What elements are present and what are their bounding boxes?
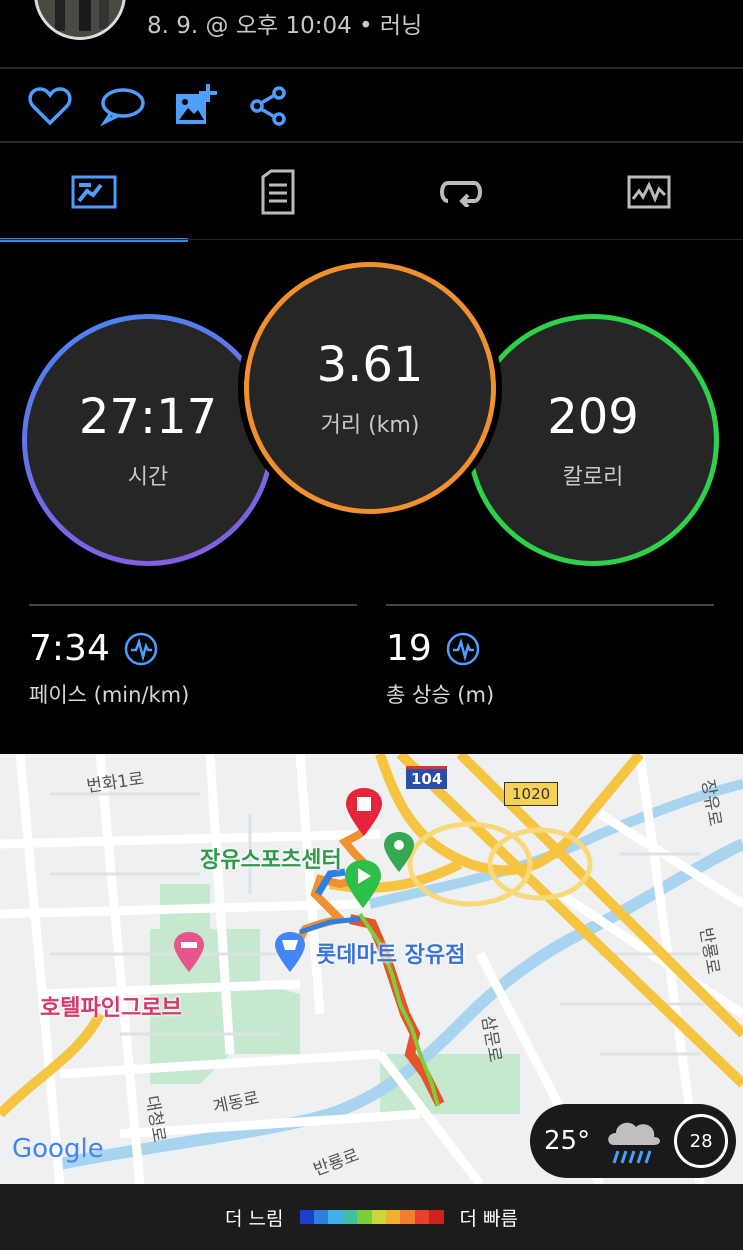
- route-map[interactable]: 번화1로 장유스포츠센터 롯데마트 장유점 호텔파인그로브 계동로 대청로 반룡…: [0, 754, 743, 1184]
- distance-ring: 3.61 거리 (km): [244, 262, 496, 514]
- header-divider: [0, 67, 743, 69]
- weather-widget[interactable]: 25° 28: [530, 1104, 736, 1178]
- legend-swatch: [328, 1210, 343, 1224]
- legend-swatch: [400, 1210, 415, 1224]
- pace-label: 페이스 (min/km): [29, 683, 190, 707]
- place-pin-icon[interactable]: [382, 830, 416, 874]
- add-photo-icon: [176, 84, 217, 124]
- stats-icon: [71, 175, 117, 209]
- legend-swatch: [313, 1210, 329, 1224]
- pace-value: 7:34: [29, 628, 110, 669]
- legend-swatch: [342, 1210, 358, 1224]
- calories-ring: 209 칼로리: [467, 314, 719, 566]
- legend-swatch: [385, 1210, 401, 1224]
- ascent-divider: [386, 604, 714, 606]
- pace-divider: [29, 604, 357, 606]
- like-button[interactable]: [26, 82, 74, 130]
- add-photo-button[interactable]: [170, 80, 220, 130]
- humidity-gauge: 28: [674, 1114, 729, 1168]
- highway-shield-1020: 1020: [504, 782, 559, 806]
- legend-swatch: [371, 1210, 386, 1224]
- humidity-value: 28: [689, 1130, 713, 1152]
- hotel-pin-icon[interactable]: [172, 930, 206, 974]
- map-label-sports-center[interactable]: 장유스포츠센터: [200, 842, 342, 874]
- comment-icon: [100, 88, 145, 126]
- ascent-value: 19: [386, 628, 432, 669]
- legend-fast-label: 더 빠름: [459, 1207, 518, 1230]
- avatar[interactable]: [34, 0, 126, 40]
- activity-date: 8. 9. @ 오후 10:04 • 러닝: [147, 13, 423, 39]
- legend-color-bar: [299, 1210, 444, 1224]
- tabs-divider: [0, 239, 743, 240]
- time-value: 27:17: [78, 389, 218, 445]
- pace-legend: 더 느림 더 빠름: [0, 1184, 743, 1250]
- highway-shield-104: 104: [406, 766, 448, 789]
- pace-chart-icon[interactable]: [124, 632, 158, 666]
- share-icon: [250, 86, 286, 126]
- calories-label: 칼로리: [562, 465, 624, 490]
- shopping-pin-icon[interactable]: [273, 930, 307, 974]
- tab-charts[interactable]: [554, 144, 743, 240]
- ascent-chart-icon[interactable]: [446, 632, 480, 666]
- finish-pin-icon[interactable]: [344, 786, 384, 838]
- comment-button[interactable]: [98, 82, 148, 130]
- time-ring: 27:17 시간: [22, 314, 274, 566]
- temperature: 25°: [544, 1126, 591, 1156]
- start-pin-icon[interactable]: [343, 858, 383, 910]
- ascent-label: 총 상승 (m): [386, 683, 495, 707]
- map-label-hotel[interactable]: 호텔파인그로브: [40, 990, 182, 1022]
- tab-summary[interactable]: [0, 144, 188, 240]
- calories-value: 209: [547, 389, 639, 445]
- share-button[interactable]: [244, 82, 292, 130]
- tab-details[interactable]: [188, 144, 368, 240]
- legend-swatch: [429, 1210, 444, 1224]
- heart-icon: [28, 87, 72, 126]
- distance-value: 3.61: [316, 337, 424, 393]
- map-label-mart[interactable]: 롯데마트 장유점: [316, 937, 465, 969]
- time-label: 시간: [127, 465, 169, 490]
- actions-divider: [0, 141, 743, 143]
- legend-swatch: [299, 1210, 314, 1224]
- rain-cloud-icon: [608, 1122, 661, 1164]
- legend-swatch: [357, 1210, 372, 1224]
- document-icon: [261, 169, 295, 215]
- chart-icon: [627, 175, 670, 209]
- distance-label: 거리 (km): [320, 413, 420, 438]
- legend-swatch: [414, 1210, 430, 1224]
- tab-laps[interactable]: [368, 144, 554, 240]
- legend-slow-label: 더 느림: [225, 1207, 284, 1230]
- laps-icon: [440, 181, 482, 207]
- google-logo: Google: [12, 1134, 104, 1164]
